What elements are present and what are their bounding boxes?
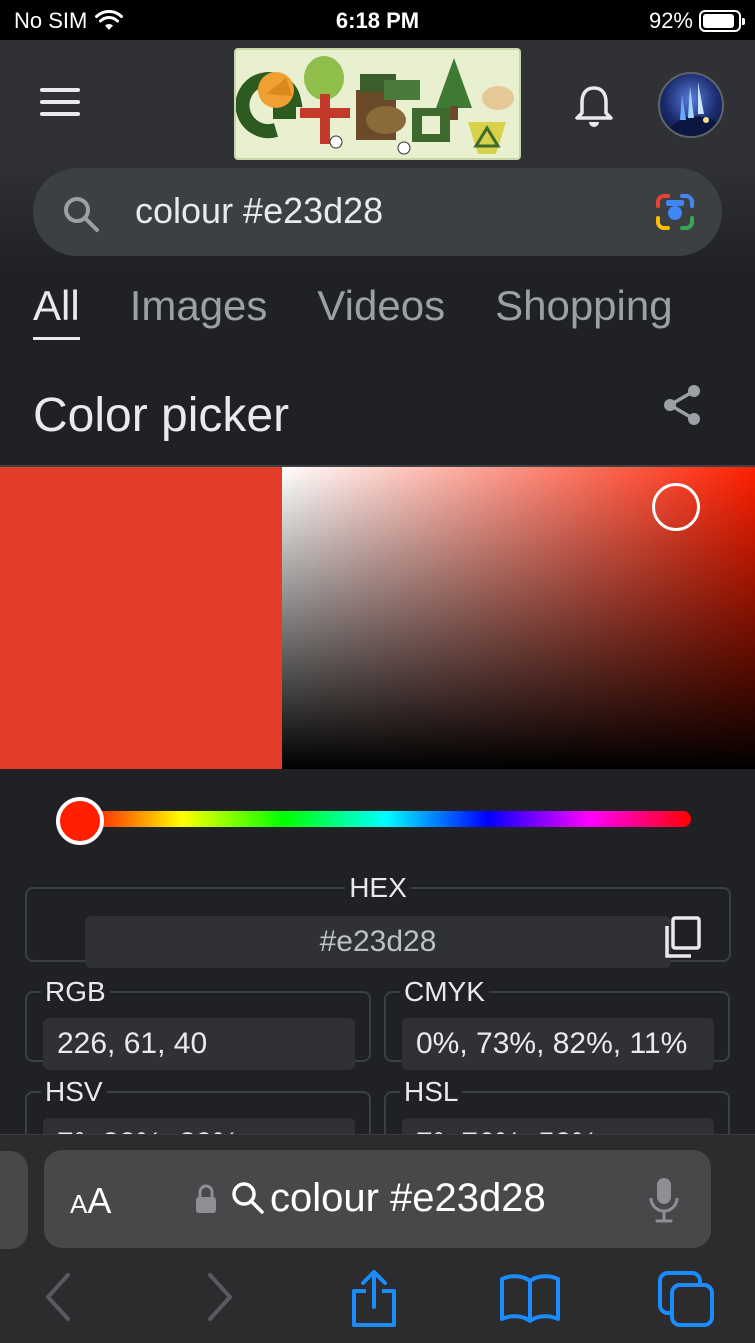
lock-icon bbox=[196, 1184, 216, 1213]
tab-images[interactable]: Images bbox=[130, 282, 268, 342]
menu-icon bbox=[40, 88, 80, 92]
hsv-label: HSV bbox=[45, 1076, 103, 1107]
tab-shopping[interactable]: Shopping bbox=[495, 282, 673, 342]
status-bar: No SIM 6:18 PM 92% bbox=[0, 0, 755, 40]
google-header bbox=[0, 40, 755, 160]
selected-color-swatch bbox=[0, 467, 282, 769]
magnifier-icon bbox=[232, 1182, 264, 1214]
share-sheet-button[interactable] bbox=[348, 1269, 400, 1329]
search-input[interactable]: colour #e23d28 bbox=[33, 168, 722, 256]
bell-icon bbox=[575, 86, 613, 127]
hsl-label: HSL bbox=[404, 1076, 459, 1107]
google-lens-icon[interactable] bbox=[654, 192, 696, 232]
hex-input[interactable]: #e23d28 bbox=[85, 916, 671, 968]
battery-percent: 92% bbox=[648, 8, 693, 33]
aa-small-letter: A bbox=[70, 1189, 88, 1219]
cmyk-input[interactable]: 0%, 73%, 82%, 11% bbox=[402, 1018, 714, 1070]
copy-hex-button[interactable] bbox=[663, 916, 703, 960]
safari-toolbar bbox=[0, 1265, 755, 1335]
back-button[interactable] bbox=[40, 1269, 76, 1325]
bookmarks-button[interactable] bbox=[498, 1269, 562, 1325]
cmyk-field: CMYK 0%, 73%, 82%, 11% bbox=[384, 976, 730, 1070]
battery-icon bbox=[699, 10, 745, 32]
account-avatar[interactable] bbox=[658, 72, 724, 138]
tab-videos[interactable]: Videos bbox=[317, 282, 445, 342]
doodle-illustration bbox=[236, 50, 519, 158]
share-icon bbox=[664, 385, 700, 425]
search-tabs: All Images Videos Shopping bbox=[33, 282, 673, 342]
search-icon bbox=[64, 197, 99, 232]
notifications-button[interactable] bbox=[572, 82, 616, 130]
hue-slider[interactable] bbox=[80, 811, 691, 827]
microphone-icon[interactable] bbox=[647, 1176, 681, 1224]
address-bar[interactable]: AA colour #e23d28 bbox=[44, 1150, 711, 1248]
menu-button[interactable] bbox=[36, 84, 84, 120]
copy-icon bbox=[665, 916, 701, 958]
cmyk-label: CMYK bbox=[404, 976, 485, 1007]
saturation-value-handle[interactable] bbox=[652, 483, 700, 531]
search-query: colour #e23d28 bbox=[135, 190, 384, 231]
search-area: colour #e23d28 bbox=[0, 160, 755, 270]
share-button[interactable] bbox=[660, 382, 706, 428]
address-text: colour #e23d28 bbox=[270, 1176, 546, 1220]
battery-group: 92% bbox=[648, 8, 745, 34]
hex-label: HEX bbox=[349, 872, 407, 903]
safari-bottom-bar: AA colour #e23d28 bbox=[0, 1134, 755, 1343]
avatar-image bbox=[667, 82, 720, 136]
rgb-field: RGB 226, 61, 40 bbox=[25, 976, 371, 1070]
google-doodle[interactable] bbox=[234, 48, 521, 160]
forward-button[interactable] bbox=[202, 1269, 238, 1325]
saturation-value-area[interactable] bbox=[282, 467, 755, 769]
tabs-button[interactable] bbox=[656, 1269, 718, 1329]
rgb-label: RGB bbox=[45, 976, 106, 1007]
hex-field: HEX #e23d28 bbox=[25, 872, 731, 968]
color-picker-title: Color picker bbox=[33, 389, 290, 442]
rgb-input[interactable]: 226, 61, 40 bbox=[43, 1018, 355, 1070]
clock: 6:18 PM bbox=[335, 8, 420, 33]
tab-all[interactable]: All bbox=[33, 282, 80, 342]
previous-tab-edge[interactable] bbox=[0, 1151, 28, 1249]
aa-large-letter: A bbox=[87, 1180, 112, 1221]
page-settings-button[interactable]: AA bbox=[70, 1180, 111, 1222]
hue-slider-handle[interactable] bbox=[56, 797, 104, 845]
